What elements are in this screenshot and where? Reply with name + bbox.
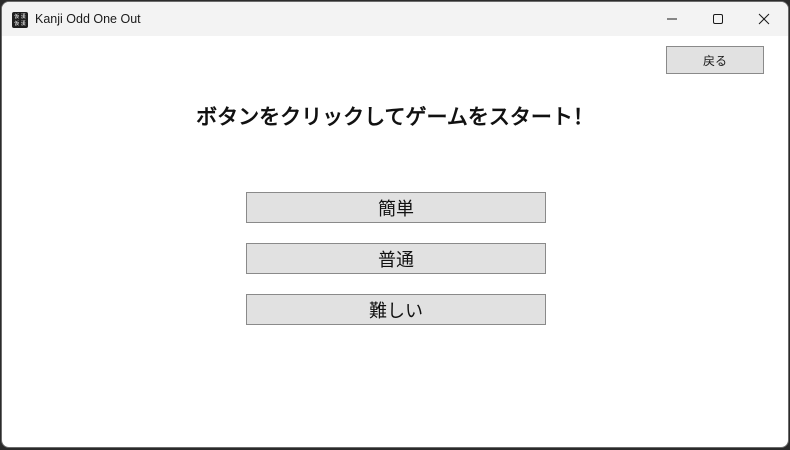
app-window: 仮 漢 仮 漢 Kanji Odd One Out 戻る ボタンをクリックしてゲ… [1,1,789,448]
window-title: Kanji Odd One Out [35,12,141,26]
app-icon-glyph: 漢 [20,21,26,27]
close-button[interactable] [741,2,787,36]
maximize-button[interactable] [695,2,741,36]
maximize-icon [713,14,723,24]
page-heading: ボタンをクリックしてゲームをスタート！ [196,105,594,129]
app-icon: 仮 漢 仮 漢 [12,12,28,28]
app-icon-glyph: 漢 [20,14,26,20]
title-bar[interactable]: 仮 漢 仮 漢 Kanji Odd One Out [2,2,788,36]
app-icon-glyph: 仮 [14,21,20,27]
close-icon [758,13,770,25]
easy-button[interactable]: 簡単 [246,192,546,223]
minimize-icon [667,18,677,20]
minimize-button[interactable] [649,2,695,36]
app-icon-glyph: 仮 [14,14,20,20]
normal-button[interactable]: 普通 [246,243,546,274]
hard-button[interactable]: 難しい [246,294,546,325]
back-button[interactable]: 戻る [666,46,764,74]
